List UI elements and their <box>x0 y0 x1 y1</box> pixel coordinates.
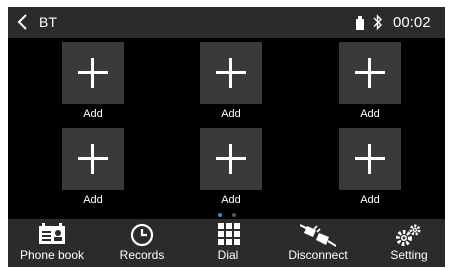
nav-disconnect-label: Disconnect <box>288 248 348 262</box>
gear-icon <box>396 224 421 246</box>
favorite-tile-6[interactable] <box>339 128 401 190</box>
dialpad-icon <box>218 223 240 245</box>
favorite-label-1: Add <box>83 108 103 120</box>
nav-dial-button[interactable]: Dial <box>198 219 258 267</box>
nav-records-button[interactable]: Records <box>106 219 178 267</box>
nav-disconnect-button[interactable]: Disconnect <box>278 219 358 267</box>
nav-records-label: Records <box>119 248 165 262</box>
chevron-left-icon[interactable] <box>16 13 30 31</box>
usb-icon <box>356 16 364 30</box>
bt-screen: BT 00:02 Add Add Add Add Add Add Phone b… <box>8 7 445 267</box>
favorite-label-2: Add <box>221 108 241 120</box>
disconnect-icon <box>300 224 336 247</box>
page-dot-active <box>218 213 222 217</box>
favorite-label-3: Add <box>360 108 380 120</box>
page-title: BT <box>39 14 57 30</box>
favorite-tile-3[interactable] <box>339 42 401 104</box>
page-dot <box>232 213 236 217</box>
favorite-label-4: Add <box>83 194 103 206</box>
bottom-nav: Phone book Records Dial Disconnect Setti… <box>8 219 445 267</box>
clock-icon <box>130 223 154 247</box>
bluetooth-icon <box>373 14 382 31</box>
nav-phonebook-label: Phone book <box>19 248 85 262</box>
favorite-tile-5[interactable] <box>200 128 262 190</box>
favorite-tile-2[interactable] <box>200 42 262 104</box>
nav-phonebook-button[interactable]: Phone book <box>14 219 90 267</box>
top-bar: BT 00:02 <box>8 7 445 38</box>
nav-setting-label: Setting <box>390 248 428 262</box>
nav-setting-button[interactable]: Setting <box>378 219 440 267</box>
favorite-label-5: Add <box>221 194 241 206</box>
phonebook-icon <box>39 223 65 244</box>
clock-time: 00:02 <box>393 14 431 31</box>
favorite-tile-1[interactable] <box>62 42 124 104</box>
favorite-label-6: Add <box>360 194 380 206</box>
nav-dial-label: Dial <box>217 248 239 262</box>
favorite-tile-4[interactable] <box>62 128 124 190</box>
